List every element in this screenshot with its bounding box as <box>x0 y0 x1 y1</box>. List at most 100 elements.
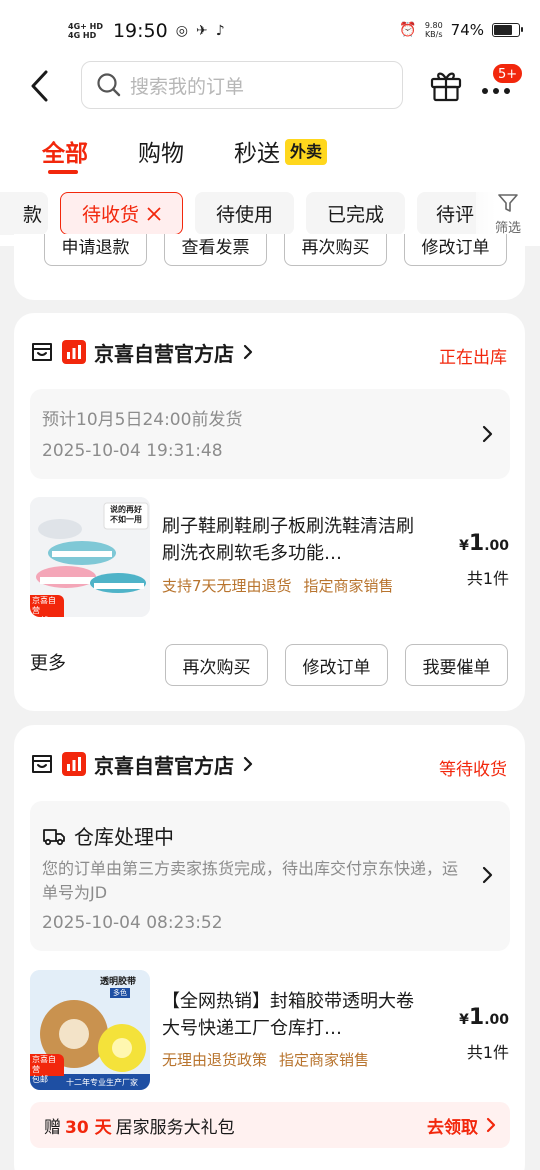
battery-icon <box>492 23 523 37</box>
filter-chip-label: 款 <box>22 204 42 226</box>
order-status: 正在出库 <box>439 348 507 368</box>
tab-shopping[interactable]: 购物 <box>138 134 184 168</box>
product-tags: 支持7天无理由退货 指定商家销售 <box>162 575 394 596</box>
image-badge-line2: 包邮 <box>32 1075 48 1084</box>
modify-order-button[interactable]: 修改订单 <box>285 644 388 686</box>
promo-days: 30 天 <box>65 1117 112 1138</box>
network-1: 4G+ HD <box>68 22 103 31</box>
ship-time: 2025-10-04 19:31:48 <box>42 441 223 461</box>
order-card-1[interactable]: 京喜自营官方店 正在出库 预计10月5日24:00前发货 2025-10-04 … <box>14 313 525 711</box>
filter-chip-done[interactable]: 已完成 <box>306 192 405 235</box>
buy-again-button[interactable]: 再次购买 <box>165 644 268 686</box>
order-tabs: 全部 购物 秒送 外卖 <box>0 114 540 180</box>
filter-chip-label: 待收货 <box>81 204 139 226</box>
image-caption-2: 多色 <box>110 988 130 998</box>
invoice-button[interactable]: 查看发票 <box>164 234 267 266</box>
net-speed-value: 9.80 <box>424 21 443 30</box>
image-badge: 京喜自营 包邮 <box>30 595 64 617</box>
product-title[interactable]: 【全网热销】封箱胶带透明大卷大号快递工厂仓库打… <box>162 988 420 1042</box>
alarm-icon: ⏰ <box>399 22 417 38</box>
message-badge: 5+ <box>492 63 524 84</box>
image-caption-3: 十二年专业生产厂家 <box>66 1078 138 1087</box>
price-decimal: .00 <box>484 1012 509 1028</box>
gift-button[interactable] <box>428 67 464 103</box>
ship-title: 仓库处理中 <box>74 825 174 849</box>
shop-name: 京喜自营官方店 <box>94 753 234 778</box>
chevron-right-icon <box>243 344 253 360</box>
product-image-tape[interactable]: 透明胶带 多色 十二年专业生产厂家 京喜自营 包邮 <box>30 970 150 1090</box>
image-badge: 京喜自营 包邮 <box>30 1054 64 1084</box>
gift-icon <box>430 72 462 102</box>
price-symbol: ¥ <box>459 1012 469 1028</box>
shipping-info[interactable]: 预计10月5日24:00前发货 2025-10-04 19:31:48 <box>30 389 510 479</box>
refund-button[interactable]: 申请退款 <box>44 234 147 266</box>
product-price: ¥1.00 <box>459 531 509 556</box>
filter-icon <box>498 194 518 212</box>
product-title[interactable]: 刷子鞋刷鞋刷子板刷洗鞋清洁刷刷洗衣刷软毛多功能… <box>162 513 420 567</box>
ship-description: 您的订单由第三方卖家拣货完成，待出库交付京东快递，运单号为JD <box>42 859 459 902</box>
image-caption-1: 透明胶带 <box>100 977 137 987</box>
price-decimal: .00 <box>484 538 509 554</box>
image-caption-1: 说的再好 <box>110 505 142 514</box>
waimai-tag: 外卖 <box>285 139 328 165</box>
product-quantity: 共1件 <box>466 1043 509 1062</box>
back-button[interactable] <box>26 68 56 104</box>
urge-order-button[interactable]: 我要催单 <box>405 644 508 686</box>
filter-chip-label: 待使用 <box>215 204 273 226</box>
chevron-right-icon <box>482 425 493 443</box>
chevron-right-icon <box>482 866 493 884</box>
product-tags: 无理由退货政策 指定商家销售 <box>162 1049 369 1070</box>
tab-all[interactable]: 全部 <box>42 134 88 168</box>
top-bar: 搜索我的订单 5+ <box>0 58 540 114</box>
chevron-right-icon <box>486 1117 496 1133</box>
shop-name: 京喜自营官方店 <box>94 341 234 366</box>
back-arrow-icon <box>31 70 48 102</box>
image-caption-2: 不如一用 <box>110 515 142 524</box>
shipping-info[interactable]: 仓库处理中 您的订单由第三方卖家拣货完成，待出库交付京东快递，运单号为JD 20… <box>30 801 510 951</box>
image-badge-line1: 京喜自营 <box>32 596 56 615</box>
shop-store-icon <box>32 343 52 361</box>
tag-return: 支持7天无理由退货 <box>162 577 292 595</box>
product-image-brush[interactable]: 说的再好 不如一用 京喜自营 包邮 <box>30 497 150 617</box>
battery-percent: 74% <box>450 21 484 39</box>
plane-icon: ✈ <box>195 23 208 39</box>
order-status: 等待收货 <box>439 760 507 780</box>
tab-miaosong[interactable]: 秒送 <box>234 134 280 168</box>
buy-again-button[interactable]: 再次购买 <box>284 234 387 266</box>
ship-title-row: 仓库处理中 <box>42 821 174 850</box>
filter-chip-label: 已完成 <box>326 204 384 226</box>
chevron-right-icon <box>243 756 253 772</box>
close-icon[interactable] <box>147 206 161 221</box>
shop-store-icon <box>32 755 52 773</box>
search-placeholder: 搜索我的订单 <box>130 75 245 98</box>
filter-chip-refund[interactable]: 款 <box>0 192 48 235</box>
image-badge-line2: 包邮 <box>32 616 62 617</box>
filter-button[interactable]: 筛选 <box>488 192 528 238</box>
product-quantity: 共1件 <box>466 569 509 588</box>
truck-icon <box>43 828 65 845</box>
jingxi-logo-icon <box>62 752 86 776</box>
shop-link[interactable]: 京喜自营官方店 <box>30 747 254 781</box>
filter-chip-to-receive[interactable]: 待收货 <box>60 192 183 235</box>
more-link[interactable]: 更多 <box>30 649 66 675</box>
search-input[interactable]: 搜索我的订单 <box>81 61 403 109</box>
clock: 19:50 <box>112 20 168 42</box>
modify-order-button[interactable]: 修改订单 <box>404 234 507 266</box>
filter-chip-to-use[interactable]: 待使用 <box>195 192 294 235</box>
network-indicator: 4G+ HD 4G HD <box>68 22 103 40</box>
tag-seller: 指定商家销售 <box>303 577 394 595</box>
shop-link[interactable]: 京喜自营官方店 <box>30 335 254 369</box>
product-price: ¥1.00 <box>459 1005 509 1030</box>
tag-seller: 指定商家销售 <box>279 1051 370 1069</box>
price-integer: 1 <box>468 531 485 556</box>
promo-claim-link[interactable]: 去领取 <box>427 1113 496 1138</box>
promo-claim-label: 去领取 <box>427 1117 478 1138</box>
order-card-2[interactable]: 京喜自营官方店 等待收货 仓库处理中 您的订单由第三方卖家拣货完成，待出库交付京… <box>14 725 525 1170</box>
network-2: 4G HD <box>68 31 97 40</box>
price-integer: 1 <box>468 1005 485 1030</box>
tag-return: 无理由退货政策 <box>162 1051 268 1069</box>
price-symbol: ¥ <box>459 538 469 554</box>
net-speed-unit: KB/s <box>424 30 443 39</box>
promo-banner[interactable]: 赠 30 天 居家服务大礼包 去领取 <box>30 1102 510 1148</box>
order-card-partial: 申请退款 查看发票 再次购买 修改订单 <box>14 234 525 300</box>
